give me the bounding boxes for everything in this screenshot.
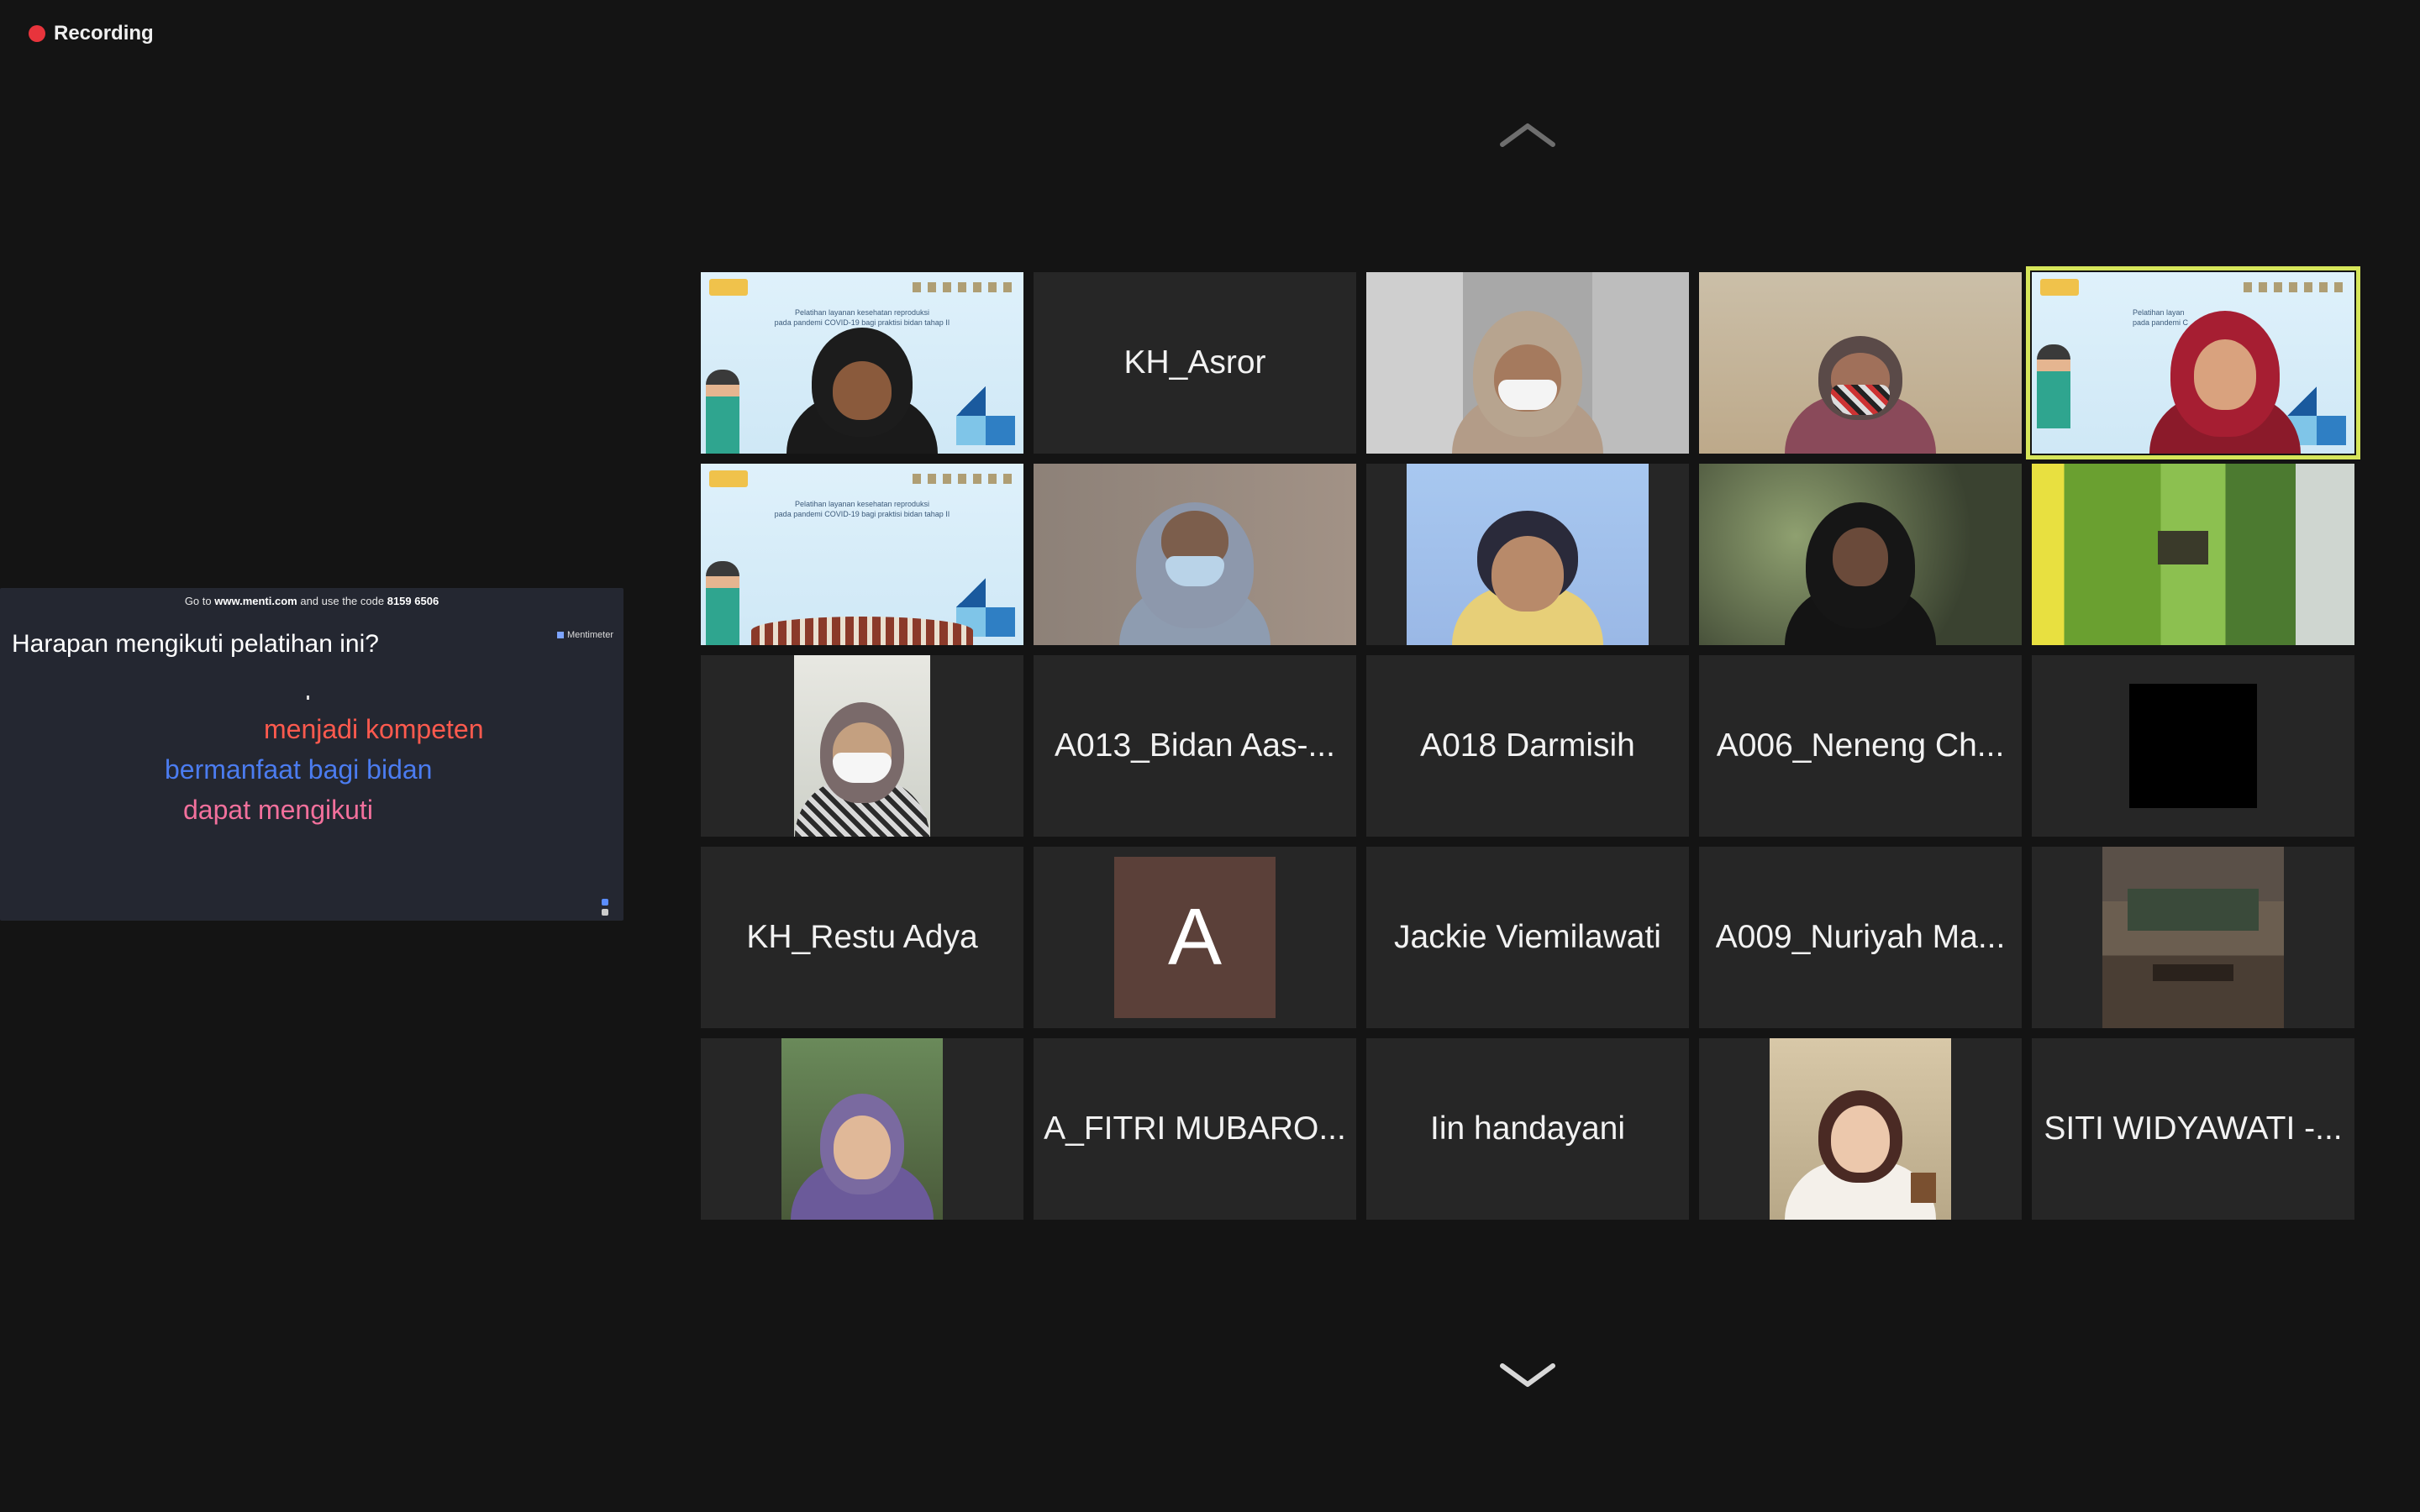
participant-name: KH_Restu Adya [746, 919, 978, 955]
participant-name: A009_Nuriyah Ma... [1715, 919, 2006, 955]
participant-video [2032, 464, 2354, 645]
participant-video: Pelatihan layanan kesehatan reproduksi pa… [701, 272, 1023, 454]
recording-label: Recording [54, 22, 154, 45]
word-cloud-word: menjadi kompeten [264, 714, 484, 744]
page-down-button[interactable] [1497, 1359, 1558, 1393]
participant-video: Pelatihan layanan kesehatan reproduksi pa… [701, 464, 1023, 645]
page-up-button[interactable] [1497, 118, 1558, 151]
avatar: A [1114, 857, 1276, 1018]
mouse-cursor-icon [307, 696, 309, 700]
participant-tile[interactable]: A009_Nuriyah Ma... [1699, 847, 2022, 1028]
recording-indicator[interactable]: Recording [29, 22, 154, 45]
participant-name: A013_Bidan Aas-... [1055, 727, 1335, 764]
menti-code-line: Go to www.menti.com and use the code 815… [0, 595, 623, 607]
shared-screen[interactable]: Go to www.menti.com and use the code 815… [0, 588, 623, 921]
participant-name: SITI WIDYAWATI -... [2044, 1110, 2343, 1147]
participant-video [1699, 272, 2022, 454]
mentimeter-logo: Mentimeter [556, 630, 613, 640]
participant-tile[interactable]: A_FITRI MUBARO... [1034, 1038, 1356, 1220]
mentimeter-icon [556, 632, 564, 638]
code-value: 8159 6506 [387, 595, 439, 607]
presentation-controls[interactable] [602, 899, 608, 917]
participant-tile[interactable]: A [1034, 847, 1356, 1028]
participant-tile[interactable] [1366, 272, 1689, 454]
participant-tile[interactable] [1699, 1038, 2022, 1220]
participant-tile[interactable]: A013_Bidan Aas-... [1034, 655, 1356, 837]
chevron-down-icon [1500, 1363, 1555, 1387]
word-cloud-word: bermanfaat bagi bidan [165, 754, 433, 785]
participant-tile[interactable] [1034, 464, 1356, 645]
participant-tile[interactable] [701, 655, 1023, 837]
profile-picture [794, 655, 930, 837]
participant-video [1034, 464, 1356, 645]
participant-name: KH_Asror [1123, 344, 1266, 381]
participant-name: A006_Neneng Ch... [1716, 727, 2005, 764]
code-prefix: Go to [184, 595, 212, 607]
profile-picture [2102, 847, 2284, 1028]
profile-picture [1770, 1038, 1951, 1220]
word-cloud-word: dapat mengikuti [183, 795, 373, 825]
participant-name: A018 Darmisih [1420, 727, 1635, 764]
gallery-grid: Pelatihan layanan kesehatan reproduksi pa… [701, 266, 2420, 1220]
record-dot-icon [29, 25, 45, 42]
participant-name: A_FITRI MUBARO... [1044, 1110, 1346, 1147]
brand-label: Mentimeter [566, 630, 613, 640]
participant-tile[interactable] [1366, 464, 1689, 645]
participant-tile-active-speaker[interactable]: Pelatihan layan pada pandemi C [2026, 266, 2360, 459]
code-middle: and use the code [300, 595, 385, 607]
participant-tile[interactable]: A018 Darmisih [1366, 655, 1689, 837]
code-site: www.menti.com [214, 595, 297, 607]
participant-tile[interactable]: Pelatihan layanan kesehatan reproduksi pa… [701, 272, 1023, 454]
participant-video: Pelatihan layan pada pandemi C [2032, 272, 2354, 454]
participant-tile[interactable] [1699, 464, 2022, 645]
participant-name: Jackie Viemilawati [1394, 919, 1661, 955]
participant-tile[interactable]: A006_Neneng Ch... [1699, 655, 2022, 837]
participant-tile[interactable] [2032, 655, 2354, 837]
chevron-up-icon [1500, 123, 1555, 147]
participant-video [1407, 464, 1649, 645]
meeting-window: Recording Go to www.menti.com and use th… [0, 0, 2420, 1512]
participant-video [1366, 272, 1689, 454]
poll-question: Harapan mengikuti pelatihan ini? [12, 630, 379, 658]
participant-tile[interactable]: Jackie Viemilawati [1366, 847, 1689, 1028]
participant-name: Iin handayani [1429, 1110, 1626, 1147]
participant-tile[interactable]: Iin handayani [1366, 1038, 1689, 1220]
participant-tile[interactable]: Pelatihan layanan kesehatan reproduksi pa… [701, 464, 1023, 645]
profile-picture [2129, 684, 2257, 808]
participant-tile[interactable] [1699, 272, 2022, 454]
participant-tile[interactable] [2032, 464, 2354, 645]
participant-tile[interactable] [701, 1038, 1023, 1220]
profile-picture [781, 1038, 943, 1220]
participant-tile[interactable]: KH_Asror [1034, 272, 1356, 454]
participant-tile[interactable]: SITI WIDYAWATI -... [2032, 1038, 2354, 1220]
participant-video [1699, 464, 2022, 645]
participant-tile[interactable] [2032, 847, 2354, 1028]
participant-tile[interactable]: KH_Restu Adya [701, 847, 1023, 1028]
